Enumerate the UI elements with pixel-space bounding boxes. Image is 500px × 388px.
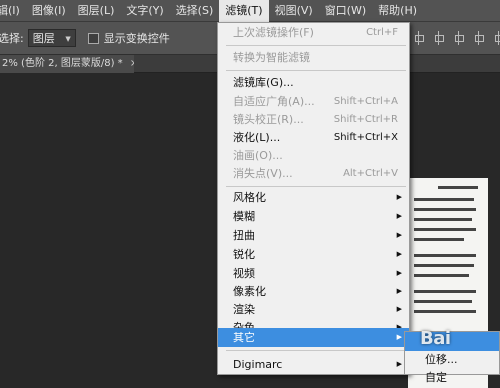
menu-item-stylize[interactable]: 风格化 ▶ [218,188,409,207]
submenu-item-custom[interactable]: 自定 [405,368,499,387]
submenu-item-label: 位移... [425,353,458,366]
menu-item-label: 渲染 [233,303,255,316]
menu-item-label: 消失点(V)... [233,167,293,180]
menu-filter[interactable]: 滤镜(T) [219,0,269,22]
menu-item-digimarc[interactable]: Digimarc ▶ [218,355,409,374]
menu-view[interactable]: 视图(V) [269,0,319,22]
menu-item-label: 上次滤镜操作(F) [233,26,314,39]
other-submenu: 位移... 自定 [404,331,500,384]
menu-item-sharpen[interactable]: 锐化 ▶ [218,245,409,264]
close-icon[interactable]: × [130,58,134,69]
menu-item-label: 油画(O)... [233,149,283,162]
watermark-logo: Bai [420,328,451,349]
show-transform-label: 显示变换控件 [103,32,170,45]
submenu-item-offset[interactable]: 位移... [405,350,499,369]
menu-item-video[interactable]: 视频 ▶ [218,264,409,283]
submenu-arrow-icon: ▶ [396,333,402,341]
menu-item-label: 转换为智能滤镜 [233,51,310,64]
submenu-arrow-icon: ▶ [396,231,402,239]
menu-item-label: 像素化 [233,285,266,298]
menu-item-shortcut: Shift+Ctrl+X [333,132,398,143]
menu-item-shortcut: Ctrl+F [366,27,398,38]
document-tab[interactable]: 2% (色阶 2, 图层蒙版/8) * × [0,55,134,73]
show-transform-checkbox[interactable] [87,32,99,44]
auto-select-dropdown[interactable]: 图层 ▼ [27,29,76,47]
submenu-arrow-icon: ▶ [396,360,402,368]
menu-item-filter-gallery[interactable]: 滤镜库(G)... [218,73,409,92]
menu-item-render[interactable]: 渲染 ▶ [218,300,409,319]
menu-select[interactable]: 选择(S) [170,0,220,22]
menu-edit[interactable]: 辑(I) [0,0,26,22]
menu-item-last-filter[interactable]: 上次滤镜操作(F) Ctrl+F [218,23,409,42]
menu-item-shortcut: Shift+Ctrl+A [333,96,398,107]
menu-bar: 辑(I) 图像(I) 图层(L) 文字(Y) 选择(S) 滤镜(T) 视图(V)… [0,0,500,22]
menu-item-label: 镜头校正(R)... [233,113,304,126]
menu-item-oil-paint[interactable]: 油画(O)... [218,146,409,165]
menu-item-label: 自适应广角(A)... [233,95,315,108]
menu-divider [226,70,406,71]
menu-divider [226,350,406,351]
menu-help[interactable]: 帮助(H) [372,0,423,22]
menu-item-lens-correction[interactable]: 镜头校正(R)... Shift+Ctrl+R [218,110,409,129]
align-icons-group [412,29,500,47]
menu-type[interactable]: 文字(Y) [120,0,169,22]
menu-item-label: 模糊 [233,210,255,223]
menu-item-label: 锐化 [233,248,255,261]
menu-divider [226,45,406,46]
menu-item-convert-smart-filter[interactable]: 转换为智能滤镜 [218,48,409,67]
align-center-icon[interactable] [432,29,446,47]
menu-item-label: 滤镜库(G)... [233,76,294,89]
menu-item-liquify[interactable]: 液化(L)... Shift+Ctrl+X [218,128,409,147]
distribute-center-icon[interactable] [492,29,500,47]
submenu-arrow-icon: ▶ [396,287,402,295]
document-tab-title: 2% (色阶 2, 图层蒙版/8) * [2,58,123,69]
menu-item-distort[interactable]: 扭曲 ▶ [218,226,409,245]
menu-window[interactable]: 窗口(W) [319,0,372,22]
distribute-icon[interactable] [472,29,486,47]
filter-menu: 上次滤镜操作(F) Ctrl+F 转换为智能滤镜 滤镜库(G)... 自适应广角… [217,22,410,375]
menu-item-other[interactable]: 其它 ▶ [218,328,409,347]
select-label: 选择: [0,32,24,45]
align-right-icon[interactable] [452,29,466,47]
submenu-item-label: 自定 [425,371,447,384]
menu-image[interactable]: 图像(I) [26,0,72,22]
menu-item-label: 视频 [233,267,255,280]
menu-layer[interactable]: 图层(L) [72,0,121,22]
menu-item-label: 液化(L)... [233,131,281,144]
menu-item-label: 其它 [233,331,255,344]
menu-divider [226,186,406,187]
submenu-arrow-icon: ▶ [396,212,402,220]
submenu-arrow-icon: ▶ [396,269,402,277]
submenu-arrow-icon: ▶ [396,305,402,313]
menu-item-label: 扭曲 [233,229,255,242]
submenu-arrow-icon: ▶ [396,250,402,258]
menu-item-label: Digimarc [233,358,283,371]
menu-item-pixelate[interactable]: 像素化 ▶ [218,282,409,301]
menu-item-adaptive-wide-angle[interactable]: 自适应广角(A)... Shift+Ctrl+A [218,92,409,111]
menu-item-shortcut: Alt+Ctrl+V [343,168,398,179]
submenu-arrow-icon: ▶ [396,193,402,201]
menu-item-blur[interactable]: 模糊 ▶ [218,207,409,226]
menu-item-vanishing-point[interactable]: 消失点(V)... Alt+Ctrl+V [218,164,409,183]
menu-item-shortcut: Shift+Ctrl+R [333,114,398,125]
menu-item-label: 风格化 [233,191,266,204]
dropdown-value: 图层 [32,32,55,45]
align-left-icon[interactable] [412,29,426,47]
chevron-down-icon: ▼ [65,35,71,43]
